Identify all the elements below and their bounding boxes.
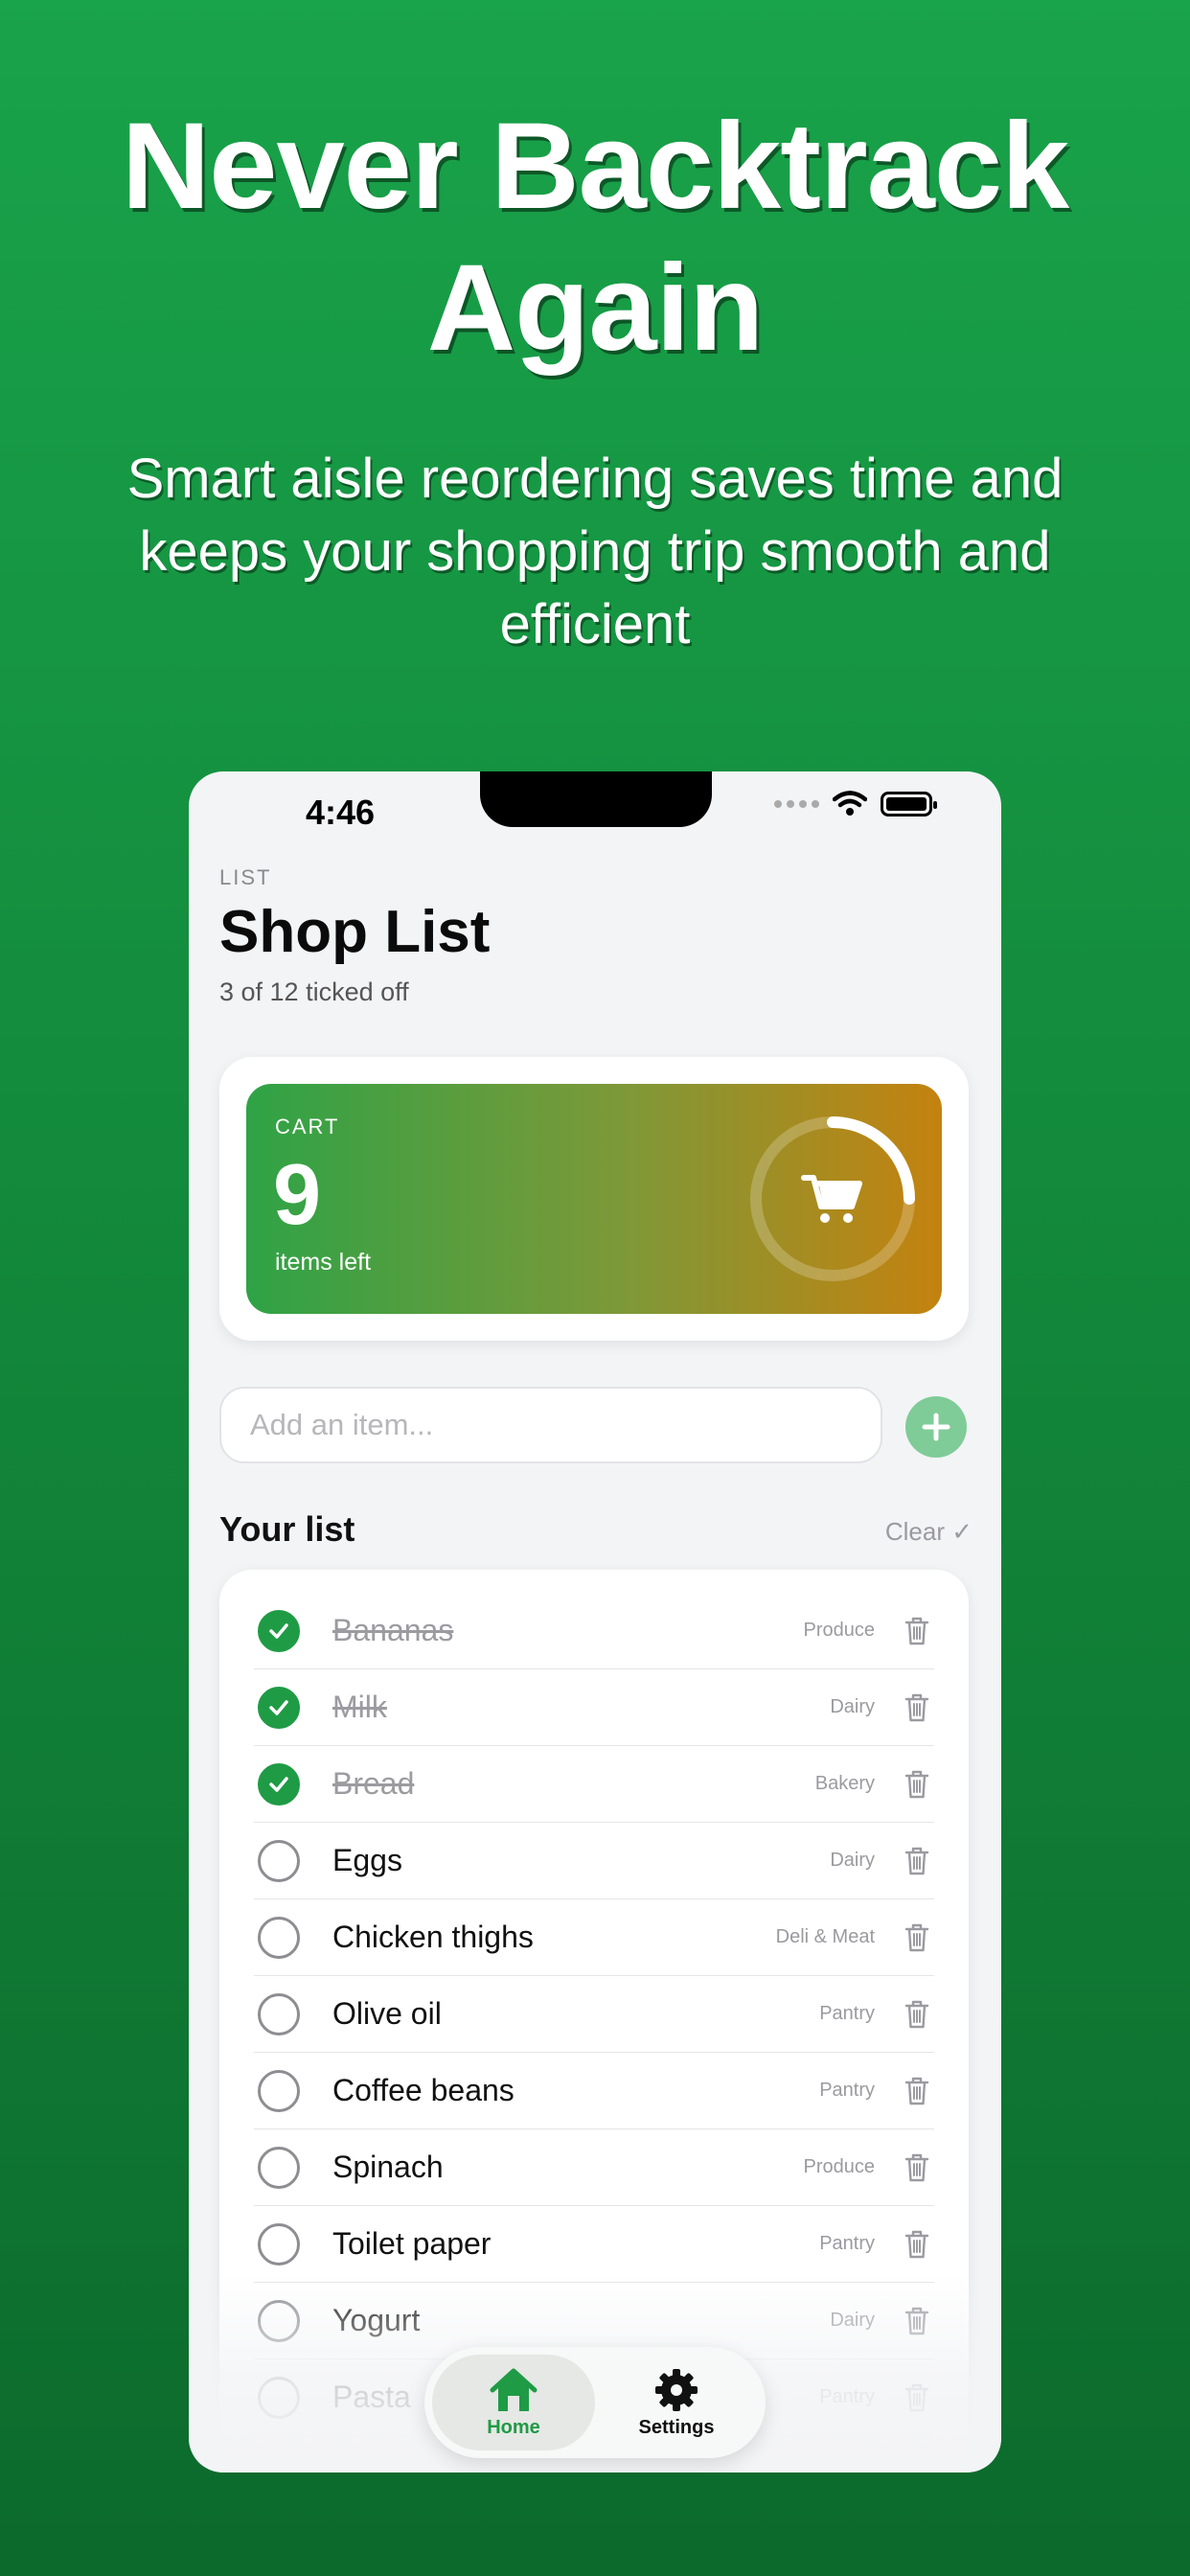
list-item[interactable]: Bananas Produce: [254, 1593, 934, 1669]
item-category: Pantry: [819, 2003, 875, 2024]
item-category: Pantry: [819, 2233, 875, 2254]
add-item-input[interactable]: [219, 1387, 882, 1463]
item-category: Pantry: [819, 2080, 875, 2101]
item-checkbox[interactable]: [258, 2376, 300, 2419]
item-name: Chicken thighs: [332, 1920, 534, 1954]
gear-icon: [655, 2368, 698, 2411]
cart-icon: [801, 1175, 862, 1223]
item-name: Olive oil: [332, 1996, 442, 2031]
tab-settings[interactable]: Settings: [595, 2355, 758, 2450]
item-checkbox[interactable]: [258, 1609, 300, 1652]
item-category: Pantry: [819, 2386, 875, 2407]
cart-gradient-card: CART 9 items left: [246, 1084, 942, 1314]
shopping-list: Bananas Produce Milk Dairy Bread Bakery Eggs Da…: [219, 1570, 969, 2472]
item-category: Dairy: [830, 2310, 875, 2331]
trash-icon[interactable]: [904, 2152, 930, 2183]
cart-count: 9: [273, 1147, 322, 1243]
checkmark-icon: [269, 1622, 288, 1639]
trash-icon[interactable]: [904, 1616, 930, 1646]
trash-icon[interactable]: [904, 2076, 930, 2106]
clear-done-button[interactable]: Clear ✓: [885, 1517, 973, 1547]
promo-headline: Never Backtrack Again: [121, 98, 1069, 377]
cart-summary-card: CART 9 items left: [219, 1057, 969, 1341]
wifi-icon: [833, 791, 867, 816]
item-checkbox[interactable]: [258, 1992, 300, 2036]
trash-icon[interactable]: [904, 1692, 930, 1723]
trash-icon[interactable]: [904, 2382, 930, 2413]
plus-icon: [922, 1413, 950, 1441]
item-checkbox[interactable]: [258, 1686, 300, 1729]
item-name: Bread: [332, 1766, 415, 1801]
status-icons: [774, 791, 937, 817]
trash-icon[interactable]: [904, 2306, 930, 2336]
tab-bar: Home Settings: [424, 2347, 766, 2458]
list-item[interactable]: Spinach Produce: [254, 2129, 934, 2206]
list-item[interactable]: Chicken thighs Deli & Meat: [254, 1899, 934, 1976]
page-subtitle: 3 of 12 ticked off: [219, 978, 409, 1006]
item-name: Bananas: [332, 1613, 454, 1647]
status-time: 4:46: [306, 793, 376, 832]
list-item[interactable]: Olive oil Pantry: [254, 1976, 934, 2053]
item-name: Spinach: [332, 2150, 444, 2184]
item-name: Yogurt: [332, 2303, 421, 2337]
item-name: Toilet paper: [332, 2226, 492, 2261]
item-checkbox[interactable]: [258, 2069, 300, 2112]
home-icon: [490, 2368, 538, 2411]
tab-label-home: Home: [487, 2416, 540, 2438]
phone-screen: 4:46 LIST Shop List 3 of 12 ticked off C…: [189, 771, 1001, 2472]
cart-progress-ring: [750, 1116, 915, 1281]
cart-subtitle: items left: [275, 1249, 372, 1276]
item-checkbox[interactable]: [258, 2299, 300, 2342]
checkmark-icon: [269, 1776, 288, 1792]
item-checkbox[interactable]: [258, 1916, 300, 1959]
item-category: Bakery: [814, 1773, 875, 1794]
signal-dots-icon: [774, 800, 819, 808]
add-item-button[interactable]: [905, 1396, 967, 1458]
checkmark-icon: [269, 1699, 288, 1715]
list-item[interactable]: Milk Dairy: [254, 1669, 934, 1746]
page-eyebrow: LIST: [219, 865, 272, 889]
dynamic-island: [480, 771, 712, 827]
item-category: Dairy: [830, 1696, 875, 1717]
item-category: Deli & Meat: [775, 1926, 875, 1947]
list-item[interactable]: Bread Bakery: [254, 1746, 934, 1823]
item-checkbox[interactable]: [258, 1839, 300, 1882]
item-checkbox[interactable]: [258, 2146, 300, 2189]
trash-icon[interactable]: [904, 1846, 930, 1876]
tab-home[interactable]: Home: [432, 2355, 595, 2450]
item-checkbox[interactable]: [258, 1762, 300, 1806]
item-name: Eggs: [332, 1843, 402, 1877]
list-item[interactable]: Toilet paper Pantry: [254, 2206, 934, 2283]
trash-icon[interactable]: [904, 1999, 930, 2030]
item-category: Dairy: [830, 1850, 875, 1871]
promo-subline: Smart aisle reordering saves time and ke…: [126, 448, 1064, 656]
page-title: Shop List: [219, 899, 491, 965]
item-category: Produce: [803, 1620, 876, 1641]
item-checkbox[interactable]: [258, 2222, 300, 2266]
item-name: Milk: [332, 1690, 387, 1724]
tab-label-settings: Settings: [638, 2416, 715, 2438]
battery-icon: [881, 792, 937, 816]
list-item[interactable]: Coffee beans Pantry: [254, 2053, 934, 2129]
item-name: Coffee beans: [332, 2073, 515, 2107]
trash-icon[interactable]: [904, 1769, 930, 1800]
item-category: Produce: [803, 2156, 876, 2177]
trash-icon[interactable]: [904, 2229, 930, 2260]
trash-icon[interactable]: [904, 1922, 930, 1953]
list-section-title: Your list: [219, 1509, 355, 1549]
list-item[interactable]: Eggs Dairy: [254, 1823, 934, 1899]
cart-label: CART: [275, 1115, 340, 1138]
